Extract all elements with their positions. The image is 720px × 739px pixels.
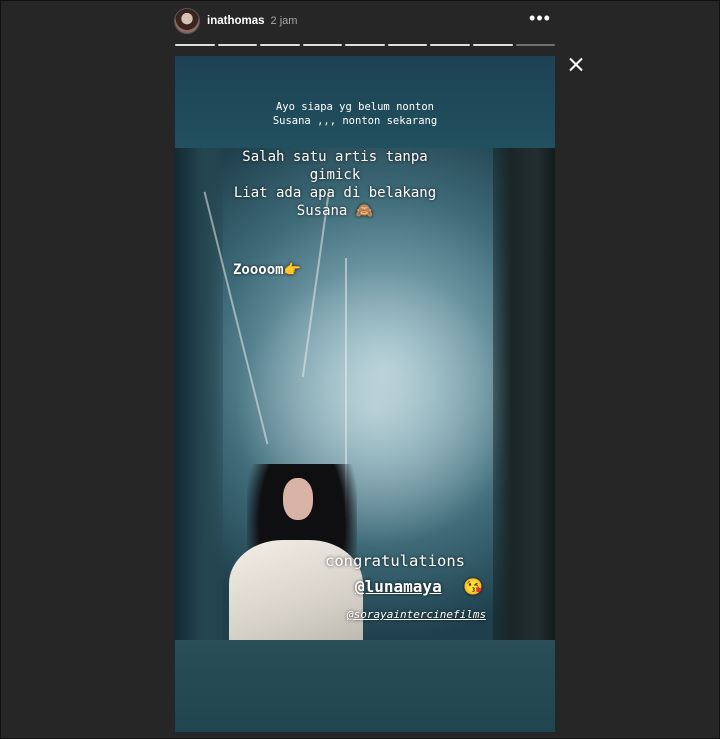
close-icon[interactable] — [566, 55, 586, 75]
mention-lunamaya[interactable]: @lunamaya — [355, 577, 442, 596]
post-time: 2 jam — [270, 15, 298, 27]
progress-segment — [472, 44, 513, 46]
story-progress — [175, 44, 556, 46]
avatar[interactable] — [174, 8, 200, 34]
kiss-emoji: 😘 — [463, 577, 484, 596]
credit-mention[interactable]: @sorayaintercinefilms — [347, 608, 486, 621]
progress-segment — [515, 44, 556, 46]
tree-right — [493, 148, 555, 640]
progress-segment — [345, 44, 385, 46]
top-caption: Ayo siapa yg belum nonton Susana ,,, non… — [175, 100, 555, 128]
overlay-line: Susana 🙈 — [296, 203, 374, 219]
overlay-line: Salah satu artis tanpa — [242, 149, 428, 165]
story-media[interactable]: Ayo siapa yg belum nonton Susana ,,, non… — [175, 56, 555, 732]
congratulations-text: congratulations — [325, 552, 465, 570]
progress-segment — [175, 44, 215, 46]
username[interactable]: inathomas — [207, 15, 265, 27]
progress-segment — [387, 44, 428, 46]
progress-segment — [260, 44, 300, 46]
story-header: inathomas 2 jam ••• — [174, 6, 556, 36]
zoom-text: Zoooom👉 — [233, 262, 302, 278]
more-options-icon[interactable]: ••• — [528, 9, 552, 31]
woman-face — [283, 478, 313, 520]
progress-segment — [430, 44, 470, 46]
progress-segment — [302, 44, 343, 46]
overlay-line: gimick — [309, 167, 361, 183]
tree-left — [175, 148, 223, 640]
overlay-text: Salah satu artis tanpa gimick Liat ada a… — [205, 148, 465, 220]
top-caption-line: Ayo siapa yg belum nonton — [275, 101, 435, 113]
progress-segment — [217, 44, 258, 46]
top-caption-line: Susana ,,, nonton sekarang — [272, 115, 438, 127]
overlay-line: Liat ada apa di belakang — [233, 185, 437, 201]
bottom-band — [175, 640, 555, 732]
mention-line: @lunamaya 😘 — [355, 577, 483, 596]
